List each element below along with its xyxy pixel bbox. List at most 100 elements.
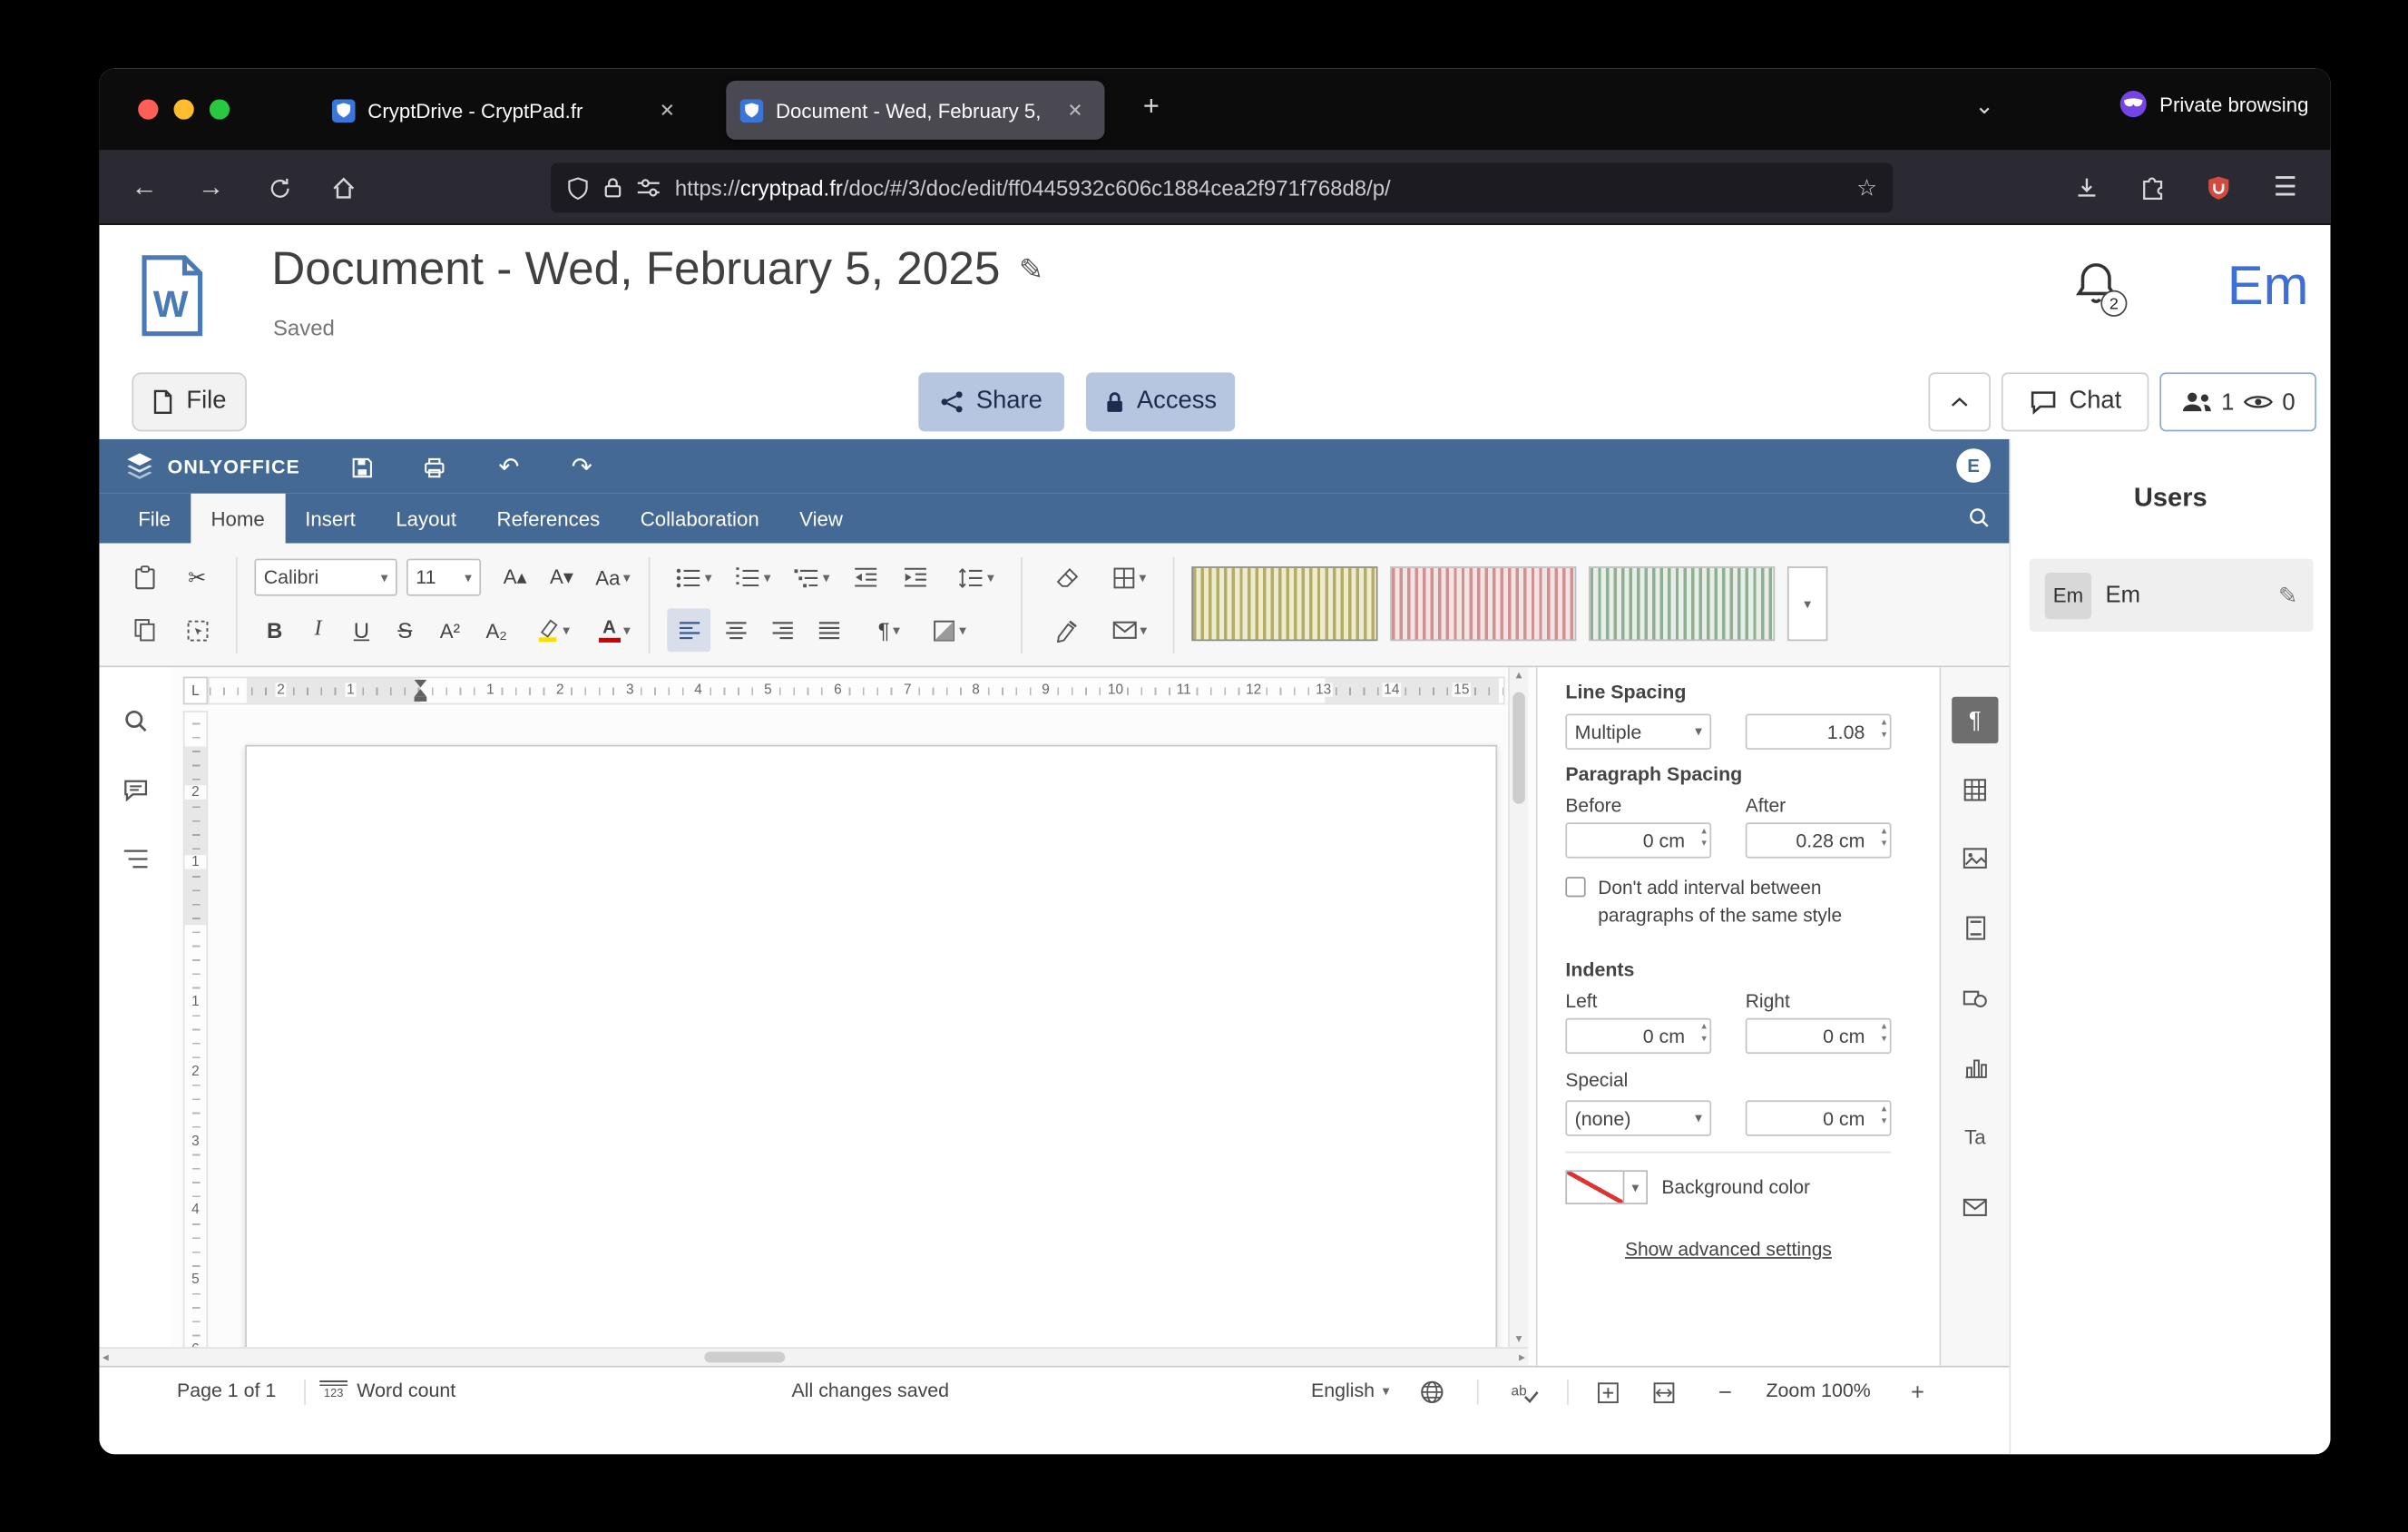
- indent-left-input[interactable]: 0 cm ▴▾: [1565, 1018, 1711, 1054]
- paragraph-settings-tab[interactable]: ¶: [1952, 697, 1998, 743]
- line-spacing-amount[interactable]: 1.08 ▴▾: [1746, 714, 1892, 750]
- bold-button[interactable]: B: [254, 608, 294, 652]
- background-color-caret[interactable]: ▾: [1624, 1170, 1648, 1204]
- advanced-settings-link[interactable]: Show advanced settings: [1538, 1239, 1920, 1261]
- url-text[interactable]: https://cryptpad.fr/doc/#/3/doc/edit/ff0…: [675, 175, 1843, 200]
- background-color-picker[interactable]: ▾: [1565, 1170, 1648, 1204]
- scroll-right-arrow[interactable]: ▸: [1519, 1350, 1525, 1364]
- save-button[interactable]: [339, 446, 383, 489]
- reload-button[interactable]: [253, 163, 306, 213]
- ublock-button[interactable]: [2192, 163, 2245, 213]
- subscript-button[interactable]: A₂: [475, 608, 518, 652]
- editor-search-button[interactable]: [1967, 506, 1991, 529]
- tab-cryptdrive[interactable]: CryptDrive - CryptPad.fr ✕: [318, 81, 697, 140]
- textart-settings-tab[interactable]: Ta: [1952, 1113, 1998, 1159]
- copy-button[interactable]: [121, 608, 167, 652]
- fit-width-button[interactable]: [1646, 1377, 1680, 1408]
- hanging-indent-marker[interactable]: [415, 689, 427, 697]
- zoom-level[interactable]: Zoom 100%: [1753, 1380, 1884, 1401]
- spellcheck-button[interactable]: ab: [1508, 1377, 1542, 1408]
- document-title[interactable]: Document - Wed, February 5, 2025: [271, 243, 1000, 296]
- spacing-before-input[interactable]: 0 cm ▴▾: [1565, 822, 1711, 858]
- select-all-button[interactable]: [174, 608, 220, 652]
- new-tab-button[interactable]: +: [1136, 90, 1167, 121]
- styles-gallery-expand-button[interactable]: ▾: [1787, 566, 1827, 641]
- table-settings-tab[interactable]: [1952, 767, 1998, 813]
- spin-down-icon[interactable]: ▾: [1701, 1035, 1707, 1045]
- increase-font-button[interactable]: A▴: [494, 555, 537, 599]
- menu-tab-insert[interactable]: Insert: [285, 494, 376, 544]
- menu-tab-collaboration[interactable]: Collaboration: [620, 494, 778, 544]
- underline-button[interactable]: U: [341, 608, 381, 652]
- font-size-select[interactable]: 11▾: [406, 559, 481, 596]
- background-color-swatch[interactable]: [1565, 1170, 1624, 1204]
- line-spacing-select[interactable]: Multiple▾: [1565, 714, 1711, 750]
- user-list-item[interactable]: Em Em ✎: [2030, 559, 2314, 632]
- scroll-left-arrow[interactable]: ◂: [103, 1350, 109, 1364]
- mail-merge-settings-tab[interactable]: [1952, 1184, 1998, 1231]
- notifications-button[interactable]: 2: [2073, 260, 2119, 309]
- presence-button[interactable]: 1 0: [2159, 372, 2316, 431]
- first-line-indent-marker[interactable]: [415, 680, 427, 688]
- left-indent-marker[interactable]: [415, 697, 427, 702]
- fit-page-button[interactable]: [1591, 1377, 1625, 1408]
- menu-tab-layout[interactable]: Layout: [376, 494, 476, 544]
- traffic-close-button[interactable]: [138, 99, 158, 119]
- vertical-scroll-thumb[interactable]: [1512, 692, 1525, 804]
- clear-style-button[interactable]: [1046, 555, 1090, 599]
- menu-tab-home[interactable]: Home: [191, 494, 285, 544]
- url-bar[interactable]: https://cryptpad.fr/doc/#/3/doc/edit/ff0…: [551, 163, 1893, 213]
- scroll-up-arrow[interactable]: ▴: [1510, 667, 1529, 681]
- spin-down-icon[interactable]: ▾: [1701, 839, 1707, 849]
- redo-button[interactable]: ↷: [560, 446, 603, 489]
- header-footer-settings-tab[interactable]: [1952, 905, 1998, 951]
- downloads-button[interactable]: [2061, 163, 2113, 213]
- image-settings-tab[interactable]: [1952, 835, 1998, 881]
- highlight-color-button[interactable]: ▾: [524, 608, 581, 652]
- numbered-list-button[interactable]: ▾: [726, 555, 778, 599]
- traffic-minimize-button[interactable]: [174, 99, 194, 119]
- no-interval-checkbox[interactable]: [1565, 877, 1585, 897]
- account-avatar[interactable]: Em: [2227, 256, 2309, 318]
- style-preview-normal[interactable]: [1191, 566, 1377, 641]
- horizontal-scroll-thumb[interactable]: [704, 1351, 785, 1362]
- zoom-out-button[interactable]: −: [1708, 1377, 1743, 1408]
- access-button[interactable]: Access: [1086, 372, 1235, 431]
- spin-up-icon[interactable]: ▴: [1882, 827, 1887, 837]
- edit-user-pencil-icon[interactable]: ✎: [2278, 581, 2298, 609]
- spin-up-icon[interactable]: ▴: [1882, 1105, 1887, 1115]
- zoom-in-button[interactable]: +: [1901, 1377, 1935, 1408]
- menu-tab-references[interactable]: References: [476, 494, 620, 544]
- spin-down-icon[interactable]: ▾: [1882, 839, 1887, 849]
- tab-document-active[interactable]: Document - Wed, February 5, 2 ✕: [726, 81, 1104, 140]
- borders-button[interactable]: ▾: [1101, 555, 1158, 599]
- horizontal-scrollbar[interactable]: ◂ ▸: [99, 1347, 1528, 1366]
- forward-button[interactable]: →: [184, 163, 237, 213]
- horizontal-ruler[interactable]: 2 1 1 2 3 4 5 6 7 8 9 10 11 12 1: [208, 677, 1505, 705]
- align-right-button[interactable]: [760, 608, 804, 652]
- increase-indent-button[interactable]: [894, 555, 937, 599]
- shading-button[interactable]: ▾: [922, 608, 978, 652]
- spin-up-icon[interactable]: ▴: [1882, 1023, 1887, 1033]
- decrease-font-button[interactable]: A▾: [540, 555, 583, 599]
- multilevel-list-button[interactable]: ▾: [785, 555, 837, 599]
- line-spacing-button[interactable]: ▾: [950, 555, 1003, 599]
- paste-button[interactable]: [121, 555, 167, 599]
- menu-tab-view[interactable]: View: [779, 494, 863, 544]
- style-preview-no-spacing[interactable]: [1390, 566, 1576, 641]
- undo-button[interactable]: ↶: [487, 446, 531, 489]
- decrease-indent-button[interactable]: [844, 555, 887, 599]
- justify-button[interactable]: [807, 608, 850, 652]
- spin-down-icon[interactable]: ▾: [1882, 1116, 1887, 1126]
- vertical-ruler[interactable]: 2 1 1 2 3 4 5 6: [183, 711, 208, 1366]
- indent-right-input[interactable]: 0 cm ▴▾: [1746, 1018, 1892, 1054]
- word-count-button[interactable]: Word count: [357, 1380, 455, 1401]
- comments-button[interactable]: [120, 774, 151, 805]
- back-button[interactable]: ←: [118, 163, 171, 213]
- scroll-down-arrow[interactable]: ▾: [1510, 1331, 1529, 1345]
- rename-pencil-icon[interactable]: ✎: [1019, 252, 1043, 288]
- traffic-zoom-button[interactable]: [210, 99, 230, 119]
- list-all-tabs-icon[interactable]: ⌄: [1969, 90, 2000, 121]
- page-indicator[interactable]: Page 1 of 1: [177, 1380, 276, 1401]
- spin-up-icon[interactable]: ▴: [1701, 1023, 1707, 1033]
